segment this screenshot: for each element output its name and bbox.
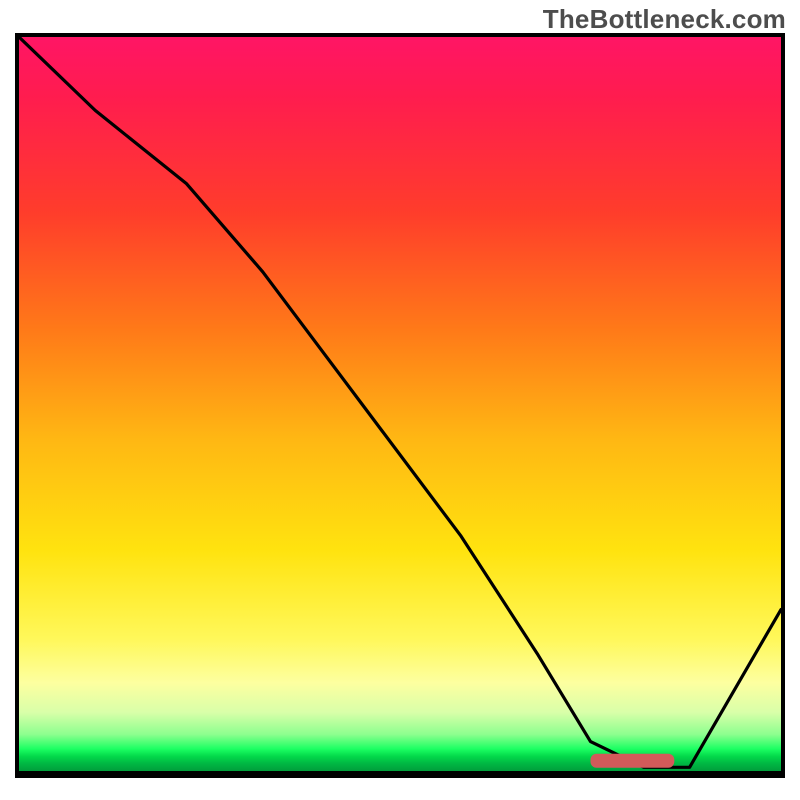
bottleneck-curve — [19, 37, 781, 767]
watermark-text: TheBottleneck.com — [543, 4, 786, 35]
bottleneck-chart: TheBottleneck.com — [0, 0, 800, 800]
curve-overlay — [19, 37, 781, 771]
plot-area — [15, 33, 785, 778]
optimal-range-marker — [591, 754, 675, 768]
